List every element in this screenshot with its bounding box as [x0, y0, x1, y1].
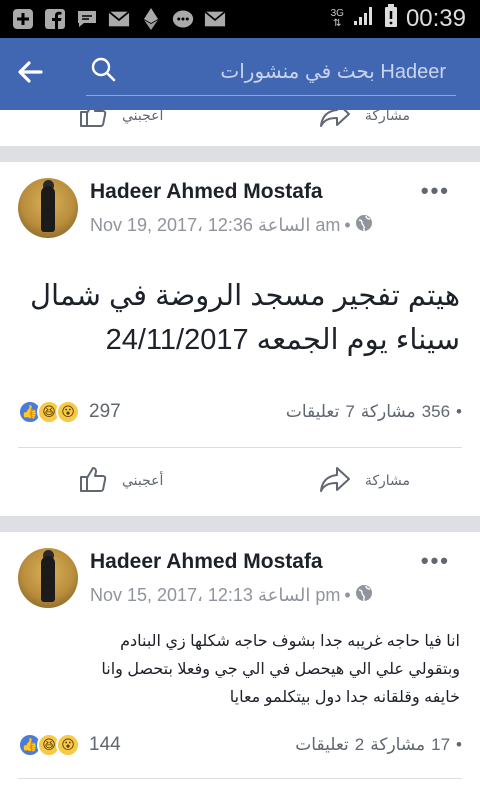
search-input[interactable]: بحث في منشورات Hadeer [86, 48, 456, 96]
arrow-left-icon [17, 60, 43, 88]
comments-label: تعليقات [285, 402, 340, 421]
network-type: 3G ⇅ [330, 8, 344, 29]
comments-label: تعليقات [295, 735, 349, 754]
message-icon [76, 8, 98, 30]
more-options-button[interactable]: ••• [421, 548, 450, 574]
post-actions: أعجبني مشاركة [0, 110, 480, 146]
post-stats: 👍 😆 😮 297 • 356 مشاركة 7 تعليقات [18, 397, 462, 427]
post-author[interactable]: Hadeer Ahmed Mostafa [90, 180, 323, 204]
avatar[interactable] [18, 548, 78, 608]
post-text-line: هيتم تفجير مسجد الروضة في شمال [29, 280, 460, 312]
thumbs-up-icon [78, 464, 108, 497]
post-card: Hadeer Ahmed Mostafa Nov 15, 2017، 12:13… [0, 532, 480, 800]
avatar[interactable] [18, 178, 78, 238]
post-actions: أعجبني مشاركة [0, 449, 480, 511]
post-date[interactable]: Nov 15, 2017، 12:13 الساعة pm [90, 585, 340, 606]
feed: أعجبني مشاركة Hadeer Ahmed Mostafa Nov 1… [0, 110, 480, 800]
post-text-line: سيناء يوم الجمعه 24/11/2017 [105, 324, 460, 356]
post-meta: Nov 19, 2017، 12:36 الساعة am • [90, 214, 373, 237]
thumbs-up-icon [78, 110, 108, 132]
back-button[interactable] [0, 38, 60, 110]
share-arrow-icon [319, 110, 351, 132]
gmail-icon [108, 8, 130, 30]
plus-icon [12, 8, 34, 30]
previous-post-card: أعجبني مشاركة [0, 110, 480, 146]
share-button[interactable]: مشاركة [319, 110, 410, 132]
app-bar: بحث في منشورات Hadeer [0, 38, 480, 110]
notification-icons [0, 8, 226, 30]
mail-icon [204, 8, 226, 30]
post-text: هيتم تفجير مسجد الروضة في شمال سيناء يوم… [20, 274, 460, 362]
post-date[interactable]: Nov 19, 2017، 12:36 الساعة am [90, 215, 340, 236]
share-label: مشاركة [364, 110, 410, 123]
comments-count: 2 [354, 735, 365, 754]
post-text-line: وبتقولي علي الي هيحصل في الي جي وفعلا بت… [101, 661, 460, 678]
like-label: أعجبني [122, 471, 164, 488]
post-meta: Nov 15, 2017، 12:13 الساعة pm • [90, 584, 373, 607]
search-icon [86, 56, 116, 87]
like-label: أعجبني [122, 110, 164, 123]
globe-icon [355, 584, 373, 607]
share-arrow-icon [319, 464, 351, 497]
share-comment-counts[interactable]: • 356 مشاركة 7 تعليقات [286, 402, 462, 422]
post-text-line: خايفه وقلقانه جدا دول بيتكلمو معايا [229, 689, 460, 706]
signal-icon [352, 5, 376, 34]
shares-label: مشاركة [360, 402, 416, 421]
status-indicators: 3G ⇅ 00:39 [330, 3, 480, 35]
like-button[interactable]: أعجبني [78, 464, 163, 497]
reactions-summary[interactable]: 👍 😆 😮 144 [18, 733, 121, 757]
post-text: انا فيا حاجه غريبه جدا بشوف حاجه شكلها ز… [20, 628, 460, 712]
clock: 00:39 [405, 5, 466, 32]
share-comment-counts[interactable]: • 17 مشاركة 2 تعليقات [295, 735, 462, 755]
reaction-count: 144 [89, 734, 121, 755]
shares-count: 356 [421, 402, 451, 421]
more-options-button[interactable]: ••• [421, 178, 450, 204]
post-author[interactable]: Hadeer Ahmed Mostafa [90, 550, 323, 574]
reaction-count: 297 [89, 401, 121, 422]
shares-label: مشاركة [370, 735, 426, 754]
like-button[interactable]: أعجبني [78, 110, 163, 132]
reactions-summary[interactable]: 👍 😆 😮 297 [18, 400, 121, 424]
post-stats: 👍 😆 😮 144 • 17 مشاركة 2 تعليقات [18, 730, 462, 760]
status-bar: 3G ⇅ 00:39 [0, 0, 480, 38]
divider [18, 447, 462, 448]
chat-bubble-icon [172, 8, 194, 30]
post-text-line: انا فيا حاجه غريبه جدا بشوف حاجه شكلها ز… [120, 633, 460, 650]
battery-alert-icon [384, 3, 398, 35]
share-button[interactable]: مشاركة [319, 464, 410, 497]
divider [18, 778, 462, 779]
post-card: Hadeer Ahmed Mostafa Nov 19, 2017، 12:36… [0, 162, 480, 516]
globe-icon [355, 214, 373, 237]
wow-reaction-icon: 😮 [56, 400, 80, 424]
ethereum-icon [140, 8, 162, 30]
search-placeholder: بحث في منشورات Hadeer [220, 61, 446, 83]
facebook-icon [44, 8, 66, 30]
shares-count: 17 [431, 735, 451, 754]
wow-reaction-icon: 😮 [56, 733, 80, 757]
comments-count: 7 [345, 402, 355, 421]
share-label: مشاركة [364, 471, 410, 488]
